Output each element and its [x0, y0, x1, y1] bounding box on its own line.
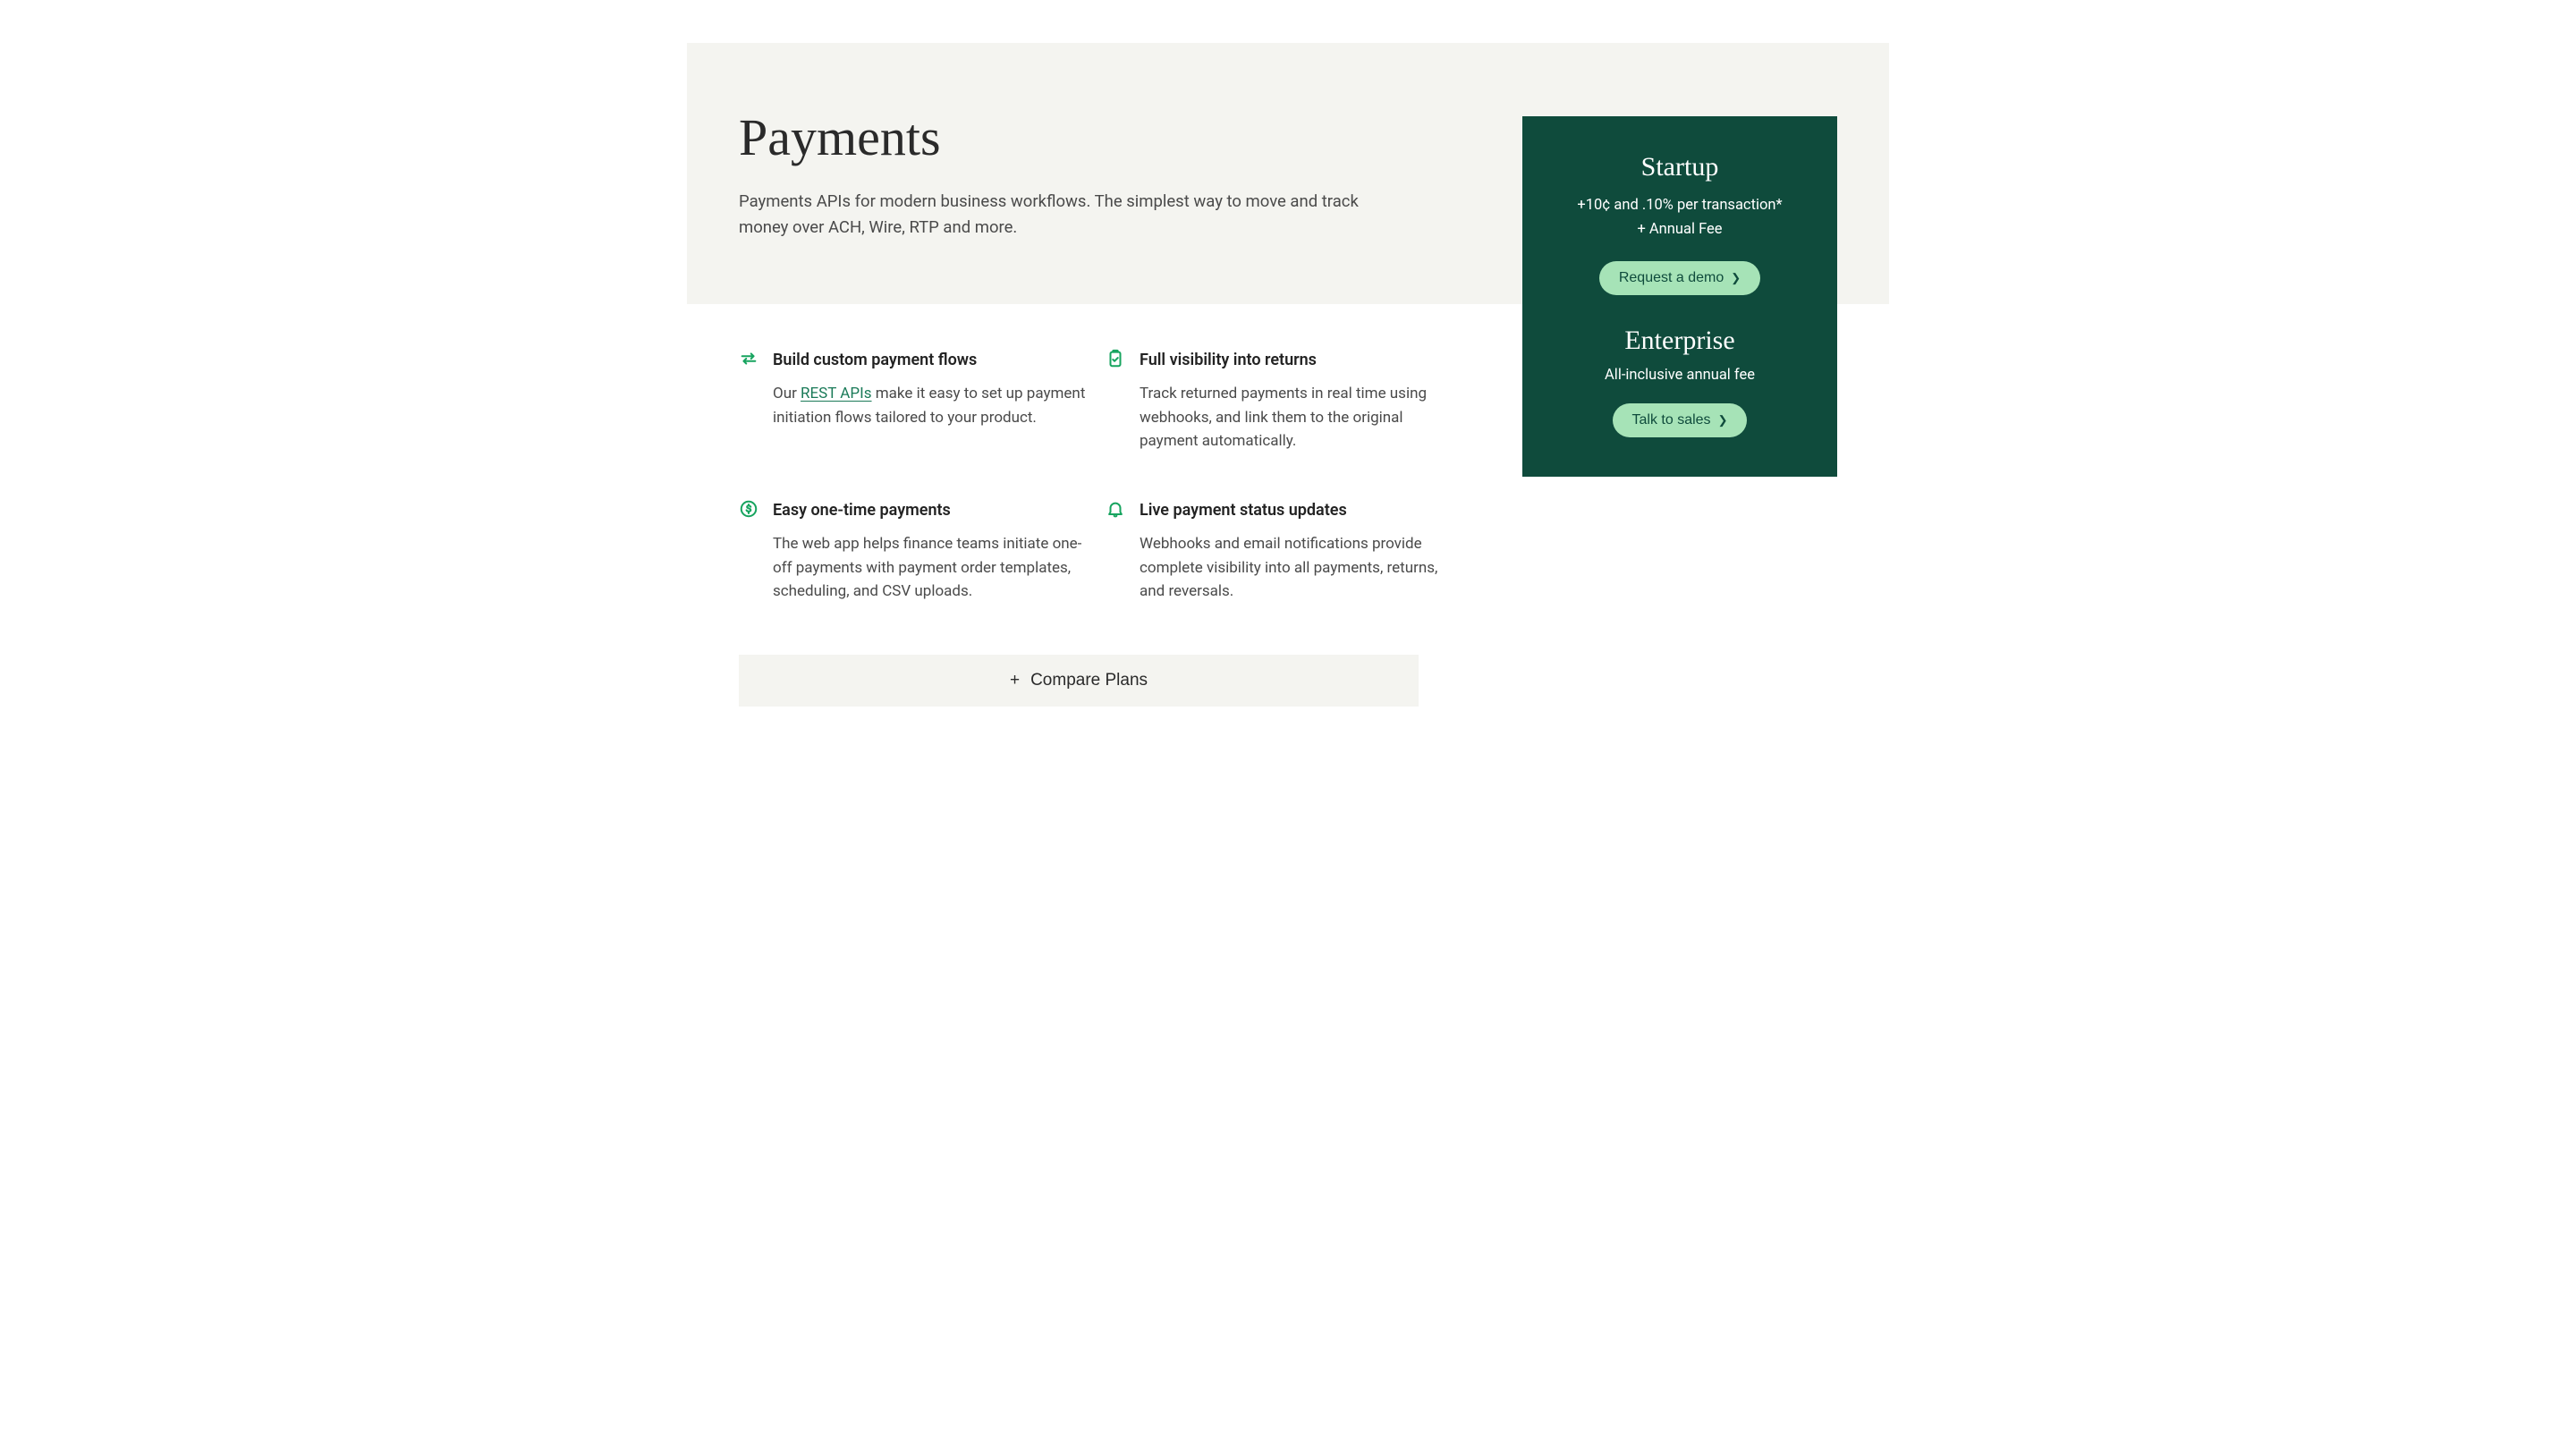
feature-title: Easy one-time payments	[773, 501, 1088, 520]
tier-price: +10¢ and .10% per transaction* + Annual …	[1549, 193, 1810, 241]
cta-label: Request a demo	[1619, 270, 1724, 286]
plus-icon: +	[1010, 671, 1020, 690]
feature-text-pre: Our	[773, 385, 801, 402]
tier-name: Startup	[1549, 152, 1810, 182]
chevron-right-icon: ❯	[1731, 271, 1741, 285]
pricing-tier-enterprise: Enterprise All-inclusive annual fee Talk…	[1549, 326, 1810, 437]
page-subtitle: Payments APIs for modern business workfl…	[739, 189, 1383, 240]
feature-item: Easy one-time payments The web app helps…	[739, 501, 1088, 603]
compare-plans-label: Compare Plans	[1030, 671, 1148, 690]
feature-title: Full visibility into returns	[1140, 351, 1454, 369]
cta-label: Talk to sales	[1632, 412, 1711, 428]
tier-name: Enterprise	[1549, 326, 1810, 356]
request-demo-button[interactable]: Request a demo ❯	[1599, 261, 1760, 295]
feature-body: Track returned payments in real time usi…	[1140, 382, 1454, 453]
feature-item: Build custom payment flows Our REST APIs…	[739, 351, 1088, 453]
feature-body: Webhooks and email notifications provide…	[1140, 532, 1454, 603]
feature-body: The web app helps finance teams initiate…	[773, 532, 1088, 603]
pricing-tier-startup: Startup +10¢ and .10% per transaction* +…	[1549, 152, 1810, 295]
chevron-right-icon: ❯	[1718, 413, 1728, 428]
talk-to-sales-button[interactable]: Talk to sales ❯	[1613, 403, 1748, 437]
feature-item: Full visibility into returns Track retur…	[1106, 351, 1454, 453]
compare-plans-button[interactable]: + Compare Plans	[739, 655, 1419, 707]
feature-body: Our REST APIs make it easy to set up pay…	[773, 382, 1088, 429]
dollar-circle-icon	[739, 499, 758, 522]
feature-item: Live payment status updates Webhooks and…	[1106, 501, 1454, 603]
feature-title: Build custom payment flows	[773, 351, 1088, 369]
rest-apis-link[interactable]: REST APIs	[801, 385, 871, 402]
pricing-card: Startup +10¢ and .10% per transaction* +…	[1522, 116, 1837, 477]
arrows-icon	[739, 349, 758, 372]
bell-icon	[1106, 499, 1125, 522]
tier-subtitle: All-inclusive annual fee	[1549, 367, 1810, 384]
clipboard-check-icon	[1106, 349, 1125, 372]
price-line: +10¢ and .10% per transaction*	[1549, 193, 1810, 217]
feature-title: Live payment status updates	[1140, 501, 1454, 520]
price-line: + Annual Fee	[1549, 217, 1810, 241]
